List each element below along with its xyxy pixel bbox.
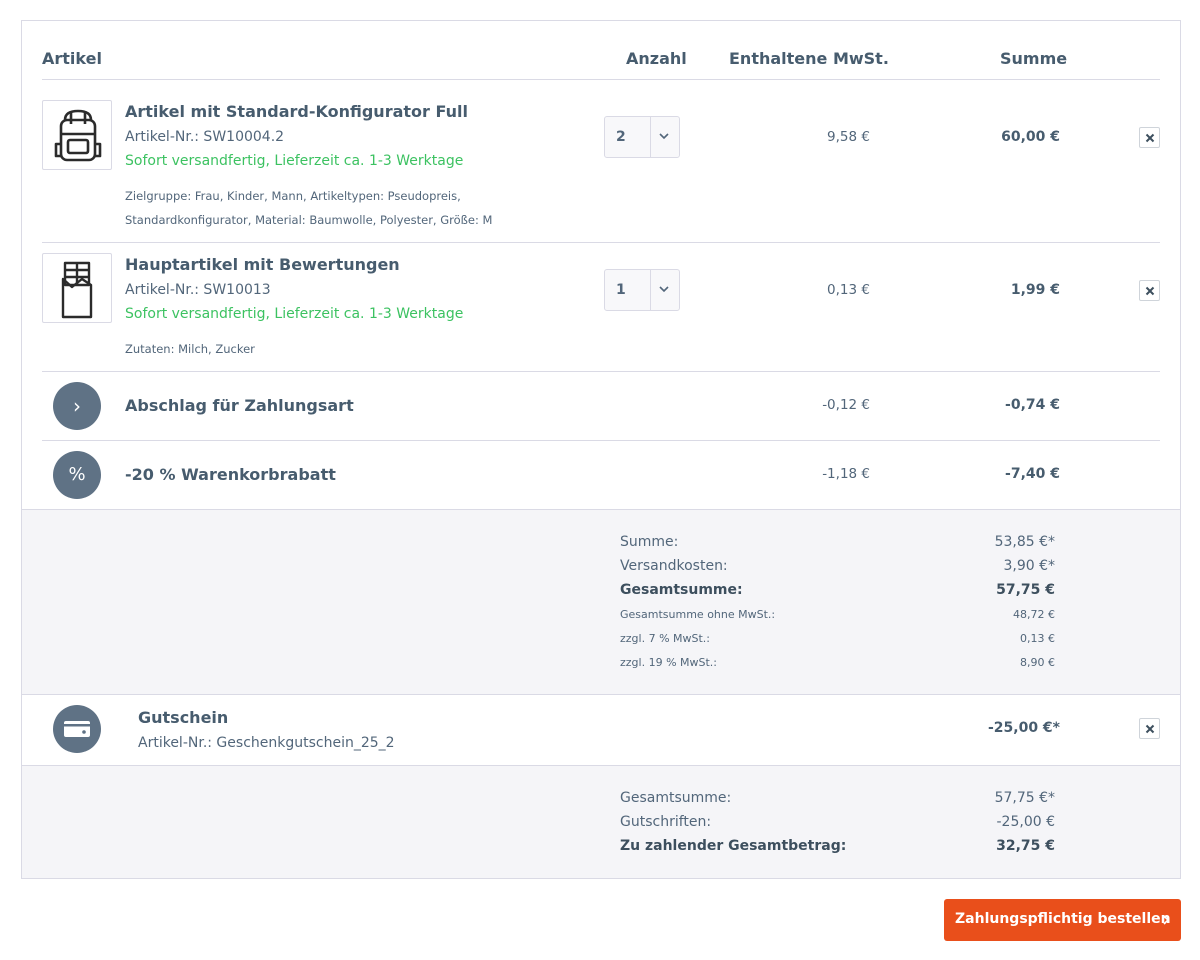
grand-total-label: Gesamtsumme: <box>620 790 732 806</box>
close-icon <box>1145 286 1155 296</box>
credits-value: -25,00 € <box>996 814 1056 830</box>
close-icon <box>1145 724 1155 734</box>
percent-icon: % <box>53 451 101 499</box>
item-sum: 60,00 € <box>1001 129 1060 145</box>
product-properties: Zielgruppe: Frau, Kinder, Mann, Artikelt… <box>125 189 493 227</box>
total-value: 57,75 € <box>996 582 1055 598</box>
voucher-sum: -25,00 €* <box>987 720 1060 736</box>
chevron-right-icon <box>1163 915 1170 925</box>
product-sku: Artikel-Nr.: SW10013 <box>125 282 271 298</box>
place-order-button[interactable]: Zahlungspflichtig bestellen <box>944 899 1181 941</box>
chevron-down-icon <box>659 133 669 140</box>
remove-item-button[interactable] <box>1139 280 1160 301</box>
voucher-title: Gutschein <box>138 708 229 727</box>
product-title-link[interactable]: Artikel mit Standard-Konfigurator Full <box>125 102 468 121</box>
column-header-sum: Summe <box>1000 49 1068 68</box>
final-summary: Gesamtsumme: 57,75 €* Gutschriften: -25,… <box>22 765 1180 878</box>
cart-summary: Summe: 53,85 €* Versandkosten: 3,90 €* G… <box>22 509 1180 695</box>
row-divider <box>42 242 1160 243</box>
item-vat: 9,58 € <box>827 129 870 145</box>
subtotal-value: 53,85 €* <box>994 534 1055 550</box>
surcharge-title: Abschlag für Zahlungsart <box>125 396 354 415</box>
delivery-status: Sofort versandfertig, Lieferzeit ca. 1-3… <box>125 153 464 169</box>
vat19-value: 8,90 € <box>1020 656 1055 669</box>
chocolate-bar-icon <box>61 261 93 319</box>
shipping-label: Versandkosten: <box>620 558 728 574</box>
amount-due-label: Zu zahlender Gesamtbetrag: <box>620 838 847 854</box>
surcharge-vat: -0,12 € <box>822 397 870 413</box>
remove-voucher-button[interactable] <box>1139 718 1160 739</box>
vat19-label: zzgl. 19 % MwSt.: <box>620 656 718 669</box>
discount-sum: -7,40 € <box>1005 466 1060 482</box>
item-sum: 1,99 € <box>1010 282 1060 298</box>
product-title-link[interactable]: Hauptartikel mit Bewertungen <box>125 255 400 274</box>
close-icon <box>1145 133 1155 143</box>
discount-title: -20 % Warenkorbrabatt <box>125 465 336 484</box>
voucher-section: Gutschein Artikel-Nr.: Geschenkgutschein… <box>21 694 1181 879</box>
chevron-down-icon <box>659 286 669 293</box>
shipping-value: 3,90 €* <box>1003 558 1055 574</box>
backpack-icon <box>54 109 102 162</box>
place-order-label: Zahlungspflichtig bestellen <box>955 911 1171 927</box>
delivery-status: Sofort versandfertig, Lieferzeit ca. 1-3… <box>125 306 464 322</box>
header-divider <box>42 79 1160 80</box>
amount-due-value: 32,75 € <box>996 838 1055 854</box>
quantity-select[interactable]: 2 <box>604 116 680 158</box>
net-total-label: Gesamtsumme ohne MwSt.: <box>620 608 776 621</box>
chevron-right-icon: › <box>53 382 101 430</box>
credits-label: Gutschriften: <box>620 814 712 830</box>
cart-table: Artikel Anzahl Enthaltene MwSt. Summe Ar… <box>21 20 1181 695</box>
voucher-sku: Artikel-Nr.: Geschenkgutschein_25_2 <box>138 735 395 751</box>
column-header-article: Artikel <box>42 49 102 68</box>
column-header-vat: Enthaltene MwSt. <box>729 49 889 68</box>
grand-total-value: 57,75 €* <box>994 790 1055 806</box>
product-thumbnail[interactable] <box>42 100 112 170</box>
discount-vat: -1,18 € <box>822 466 870 482</box>
quantity-select[interactable]: 1 <box>604 269 680 311</box>
product-properties: Zutaten: Milch, Zucker <box>125 342 255 356</box>
product-thumbnail[interactable] <box>42 253 112 323</box>
quantity-value: 1 <box>616 282 626 298</box>
vat7-label: zzgl. 7 % MwSt.: <box>620 632 711 645</box>
net-total-value: 48,72 € <box>1013 608 1055 621</box>
surcharge-sum: -0,74 € <box>1005 397 1060 413</box>
row-divider <box>42 440 1160 441</box>
column-header-quantity: Anzahl <box>626 49 687 68</box>
remove-item-button[interactable] <box>1139 127 1160 148</box>
gift-card-icon <box>53 705 101 753</box>
quantity-value: 2 <box>616 129 626 145</box>
row-divider <box>42 371 1160 372</box>
item-vat: 0,13 € <box>827 282 870 298</box>
subtotal-label: Summe: <box>620 534 679 550</box>
total-label: Gesamtsumme: <box>620 582 743 598</box>
vat7-value: 0,13 € <box>1020 632 1055 645</box>
product-sku: Artikel-Nr.: SW10004.2 <box>125 129 285 145</box>
